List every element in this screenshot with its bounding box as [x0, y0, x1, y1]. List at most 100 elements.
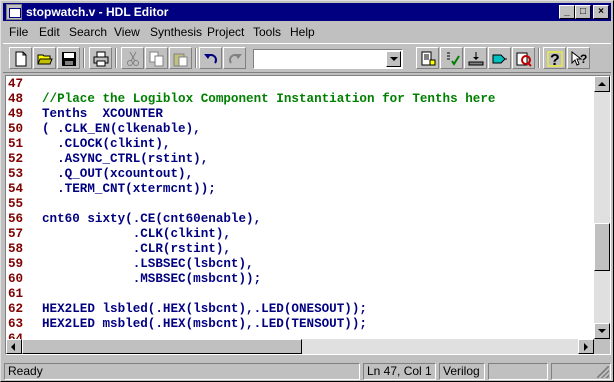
- minimize-button[interactable]: _: [559, 5, 575, 19]
- status-bar: Ready Ln 47, Col 1 Verilog: [3, 361, 611, 381]
- menu-view[interactable]: View: [114, 25, 140, 41]
- status-pane-empty: [488, 363, 548, 380]
- line-number: 50: [8, 122, 24, 136]
- menu-synthesis[interactable]: Synthesis: [150, 25, 202, 41]
- vertical-scroll-thumb[interactable]: [594, 223, 610, 271]
- code-text[interactable]: .CLK(clkint),: [42, 227, 231, 242]
- horizontal-scrollbar[interactable]: [6, 339, 594, 354]
- toolbar-separator: [195, 48, 197, 68]
- toolbar-separator: [115, 48, 117, 68]
- line-number: 62: [8, 302, 24, 316]
- synthesize-button[interactable]: [488, 47, 511, 69]
- menu-help[interactable]: Help: [290, 25, 315, 41]
- close-button[interactable]: ×: [593, 5, 609, 19]
- resize-grip[interactable]: [597, 366, 609, 378]
- undo-button[interactable]: [199, 47, 222, 69]
- code-text[interactable]: .Q_OUT(xcountout),: [42, 167, 193, 182]
- combo-dropdown-arrow[interactable]: [386, 51, 401, 67]
- context-help-icon: ?: [571, 51, 587, 66]
- new-file-button[interactable]: [9, 47, 32, 69]
- maximize-button[interactable]: □: [575, 5, 591, 19]
- line-number: 64: [8, 332, 24, 339]
- scrollbar-corner: [594, 339, 610, 354]
- code-text[interactable]: .TERM_CNT(xtermcnt));: [42, 182, 216, 197]
- title-bar[interactable]: stopwatch.v - HDL Editor _ □ ×: [3, 3, 611, 21]
- download-icon: [468, 52, 484, 66]
- open-folder-icon: [37, 54, 53, 65]
- paste-icon: [173, 53, 188, 67]
- line-number: 56: [8, 212, 24, 226]
- save-icon: [62, 52, 76, 66]
- paste-button[interactable]: [169, 47, 192, 69]
- cut-icon: [127, 51, 139, 66]
- code-text[interactable]: .CLR(rstint),: [42, 242, 231, 257]
- menu-tools[interactable]: Tools: [253, 25, 281, 41]
- redo-icon: [229, 54, 242, 64]
- symbol-button[interactable]: [512, 47, 535, 69]
- status-pane-empty-2: [551, 363, 611, 380]
- line-number: 54: [8, 182, 24, 196]
- cursor-position: Ln 47, Col 1: [363, 363, 436, 380]
- status-message: Ready: [4, 363, 360, 380]
- code-text[interactable]: HEX2LED msbled(.HEX(msbcnt),.LED(TENSOUT…: [42, 317, 367, 332]
- code-text[interactable]: cnt60 sixty(.CE(cnt60enable),: [42, 212, 261, 227]
- context-help-button[interactable]: ?: [567, 47, 590, 69]
- line-number: 52: [8, 152, 24, 166]
- svg-text:?: ?: [550, 52, 560, 67]
- window-title: stopwatch.v - HDL Editor: [26, 5, 169, 19]
- line-number: 57: [8, 227, 24, 241]
- help-icon: ?: [547, 51, 563, 67]
- language-assistant-button[interactable]: [416, 47, 439, 69]
- help-button[interactable]: ?: [543, 47, 566, 69]
- download-button[interactable]: [464, 47, 487, 69]
- find-icon: [516, 52, 532, 67]
- code-area[interactable]: 47 48 //Place the Logiblox Component Insta…: [6, 76, 593, 339]
- synthesize-icon: [492, 54, 507, 64]
- toolbar-separator: [538, 48, 540, 68]
- cut-button[interactable]: [121, 47, 144, 69]
- vertical-scrollbar[interactable]: [594, 76, 610, 339]
- scroll-up-button[interactable]: [594, 76, 610, 92]
- line-number: 61: [8, 287, 24, 301]
- check-syntax-icon: [447, 52, 460, 66]
- hdl-editor-window: stopwatch.v - HDL Editor _ □ × File Edit…: [0, 0, 614, 382]
- line-number: 47: [8, 77, 24, 91]
- check-syntax-button[interactable]: [440, 47, 463, 69]
- code-text[interactable]: .MSBSEC(msbcnt));: [42, 272, 261, 287]
- undo-icon: [204, 54, 217, 64]
- copy-icon: [149, 51, 164, 67]
- scroll-left-button[interactable]: [6, 339, 22, 354]
- new-file-icon: [15, 51, 27, 67]
- line-number: 59: [8, 257, 24, 271]
- code-text[interactable]: .ASYNC_CTRL(rstint),: [42, 152, 208, 167]
- menu-project[interactable]: Project: [207, 25, 244, 41]
- print-button[interactable]: [89, 47, 112, 69]
- line-number: 55: [8, 197, 24, 211]
- language-indicator: Verilog: [439, 363, 485, 380]
- menu-file[interactable]: File: [9, 25, 28, 41]
- toolbar-combo[interactable]: [253, 49, 403, 69]
- code-editor[interactable]: 47 48 //Place the Logiblox Component Insta…: [5, 75, 611, 355]
- menu-search[interactable]: Search: [69, 25, 107, 41]
- horizontal-scroll-thumb[interactable]: [22, 339, 302, 354]
- save-button[interactable]: [57, 47, 80, 69]
- code-text[interactable]: //Place the Logiblox Component Instantia…: [42, 92, 495, 107]
- toolbar-separator: [83, 48, 85, 68]
- code-text[interactable]: .CLOCK(clkint),: [42, 137, 170, 152]
- language-assistant-icon: [421, 51, 436, 66]
- code-text[interactable]: ( .CLK_EN(clkenable),: [42, 122, 201, 137]
- scroll-right-button[interactable]: [578, 339, 594, 354]
- line-number: 60: [8, 272, 24, 286]
- code-text[interactable]: Tenths XCOUNTER: [42, 107, 163, 122]
- code-text[interactable]: HEX2LED lsbled(.HEX(lsbcnt),.LED(ONESOUT…: [42, 302, 367, 317]
- open-button[interactable]: [33, 47, 56, 69]
- code-text[interactable]: .LSBSEC(lsbcnt),: [42, 257, 254, 272]
- redo-button[interactable]: [223, 47, 246, 69]
- print-icon: [93, 51, 109, 67]
- app-icon[interactable]: [6, 4, 22, 20]
- toolbar: ? ?: [3, 43, 611, 73]
- copy-button[interactable]: [145, 47, 168, 69]
- line-number: 53: [8, 167, 24, 181]
- menu-edit[interactable]: Edit: [39, 25, 60, 41]
- scroll-down-button[interactable]: [594, 323, 610, 339]
